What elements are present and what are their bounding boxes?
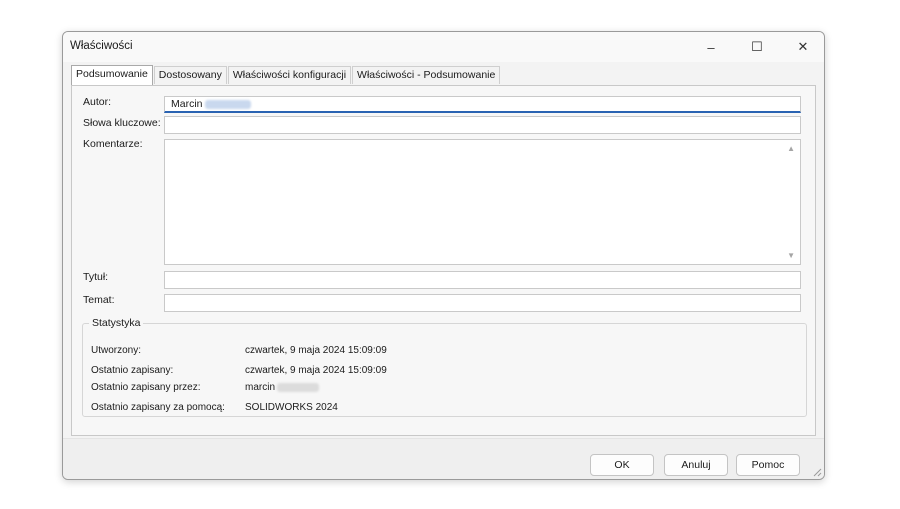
keywords-field[interactable] — [164, 116, 801, 134]
window-title: Właściwości — [70, 40, 133, 52]
help-button[interactable]: Pomoc — [736, 454, 800, 476]
summary-panel: Autor: Marcin Słowa kluczowe: Komentarze… — [71, 85, 816, 436]
title-field[interactable] — [164, 271, 801, 289]
tab-summary[interactable]: Podsumowanie — [71, 65, 153, 85]
maximize-icon: ☐ — [751, 39, 763, 54]
scroll-up-icon[interactable]: ▲ — [787, 144, 795, 153]
dialog-footer: OK Anuluj Pomoc — [63, 438, 824, 479]
last-saved-with-value: SOLIDWORKS 2024 — [245, 402, 338, 413]
last-saved-with-label: Ostatnio zapisany za pomocą: — [91, 402, 225, 413]
author-label: Autor: — [83, 96, 112, 108]
title-label: Tytuł: — [83, 271, 109, 283]
minimize-button[interactable]: – — [688, 32, 734, 62]
subject-field[interactable] — [164, 294, 801, 312]
last-saved-label: Ostatnio zapisany: — [91, 365, 174, 376]
last-saved-value: czwartek, 9 maja 2024 15:09:09 — [245, 365, 387, 376]
comments-label: Komentarze: — [83, 138, 143, 150]
minimize-icon: – — [707, 39, 715, 55]
created-label: Utworzony: — [91, 345, 142, 356]
properties-dialog: Właściwości – ☐ ✕ Podsumowanie Dostosowa… — [62, 31, 825, 480]
tab-custom[interactable]: Dostosowany — [153, 66, 227, 84]
statistics-group: Statystyka Utworzony: czwartek, 9 maja 2… — [82, 317, 807, 417]
tab-properties-summary[interactable]: Właściwości - Podsumowanie — [352, 66, 501, 84]
author-field[interactable]: Marcin — [164, 96, 801, 113]
keywords-label: Słowa kluczowe: — [83, 117, 161, 129]
subject-label: Temat: — [83, 294, 115, 306]
cancel-button[interactable]: Anuluj — [664, 454, 728, 476]
resize-grip-icon[interactable] — [812, 467, 822, 477]
redacted-username — [277, 382, 320, 392]
close-button[interactable]: ✕ — [780, 32, 824, 62]
tab-configuration-properties[interactable]: Właściwości konfiguracji — [227, 66, 352, 84]
close-icon: ✕ — [797, 39, 809, 54]
maximize-button[interactable]: ☐ — [734, 32, 780, 62]
ok-button[interactable]: OK — [590, 454, 654, 476]
created-value: czwartek, 9 maja 2024 15:09:09 — [245, 345, 387, 356]
scroll-down-icon[interactable]: ▼ — [787, 251, 795, 260]
last-saved-by-label: Ostatnio zapisany przez: — [91, 382, 201, 393]
author-value: Marcin — [171, 98, 203, 110]
comments-textarea[interactable]: ▲ ▼ — [164, 139, 801, 265]
last-saved-by-value: marcin — [245, 382, 320, 393]
redacted-surname — [204, 99, 251, 109]
statistics-legend: Statystyka — [92, 317, 141, 329]
tab-strip: Podsumowanie Dostosowany Właściwości kon… — [71, 65, 501, 85]
title-bar[interactable]: Właściwości – ☐ ✕ — [63, 32, 824, 62]
